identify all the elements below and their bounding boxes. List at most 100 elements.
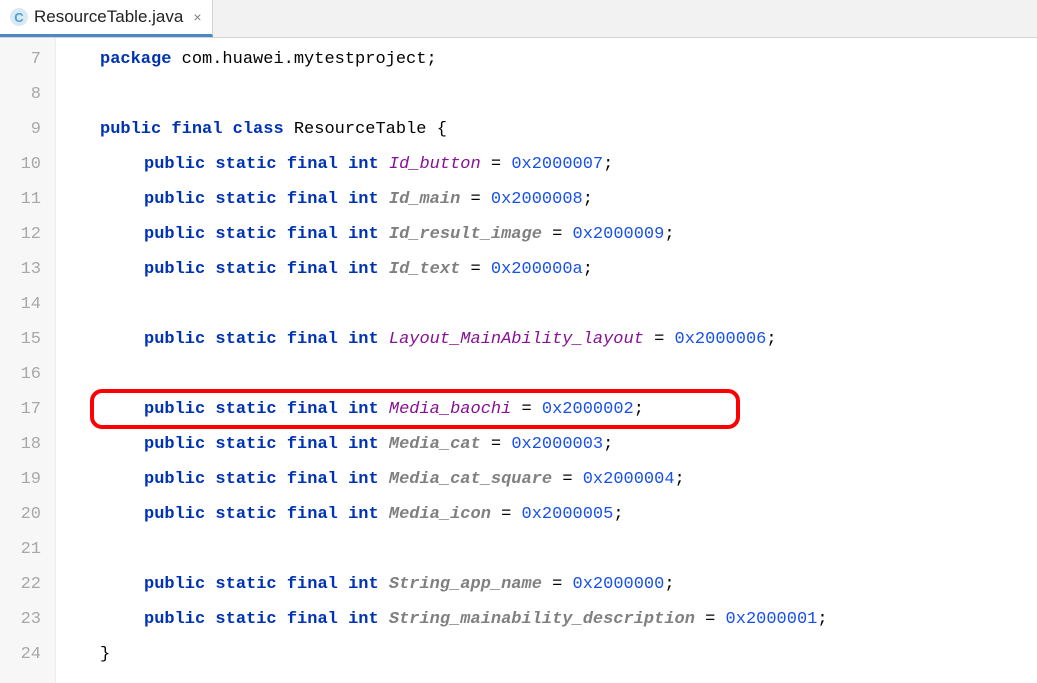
code-line[interactable]: public static final int Id_result_image … [100, 217, 1037, 252]
line-number: 8 [0, 77, 55, 112]
token-num: 0x2000007 [511, 155, 603, 174]
code-line[interactable] [100, 532, 1037, 567]
token-kw: class [233, 120, 284, 139]
token-op: = [491, 435, 501, 454]
code-line[interactable] [100, 287, 1037, 322]
token-op: = [552, 575, 562, 594]
token-num: 0x2000000 [573, 575, 665, 594]
token-num: 0x2000009 [573, 225, 665, 244]
code-line[interactable]: public static final int String_mainabili… [100, 602, 1037, 637]
token-num: 0x2000005 [522, 505, 614, 524]
code-line[interactable]: package com.huawei.mytestproject; [100, 42, 1037, 77]
token-semi: ; [675, 470, 685, 489]
token-brace: { [437, 120, 447, 139]
token-num: 0x2000008 [491, 190, 583, 209]
line-number: 14 [0, 287, 55, 322]
token-kw: public [144, 225, 205, 244]
line-number: 22 [0, 567, 55, 602]
token-kw: public [144, 260, 205, 279]
token-fld-gray: Id_text [389, 260, 460, 279]
code-line[interactable]: public static final int Media_cat = 0x20… [100, 427, 1037, 462]
token-fld-gray: Id_result_image [389, 225, 542, 244]
token-op: = [562, 470, 572, 489]
token-fld-gray: Media_cat [389, 435, 481, 454]
token-op: = [552, 225, 562, 244]
token-kw: static [215, 225, 276, 244]
token-op: = [471, 190, 481, 209]
line-number: 12 [0, 217, 55, 252]
token-kw: final [287, 610, 338, 629]
token-type: int [348, 330, 379, 349]
token-type: int [348, 575, 379, 594]
token-kw: public [144, 575, 205, 594]
code-line[interactable]: public static final int Layout_MainAbili… [100, 322, 1037, 357]
code-line[interactable] [100, 357, 1037, 392]
token-type: int [348, 155, 379, 174]
token-kw: static [215, 330, 276, 349]
token-kw: static [215, 400, 276, 419]
token-kw: public [144, 330, 205, 349]
token-kw: final [287, 155, 338, 174]
token-kw: final [287, 505, 338, 524]
token-type: int [348, 435, 379, 454]
token-kw: static [215, 575, 276, 594]
token-kw: final [287, 575, 338, 594]
token-type: int [348, 190, 379, 209]
token-kw: final [287, 330, 338, 349]
token-num: 0x2000002 [542, 400, 634, 419]
tab-bar: C ResourceTable.java × [0, 0, 1037, 38]
close-icon[interactable]: × [193, 9, 201, 25]
token-semi: ; [603, 155, 613, 174]
token-kw: static [215, 435, 276, 454]
code-line[interactable]: public static final int Media_icon = 0x2… [100, 497, 1037, 532]
line-number: 13 [0, 252, 55, 287]
line-number: 18 [0, 427, 55, 462]
code-line[interactable]: public static final int Id_button = 0x20… [100, 147, 1037, 182]
line-number: 17 [0, 392, 55, 427]
code-line[interactable]: public static final int Media_baochi = 0… [100, 392, 1037, 427]
code-line[interactable]: public static final int Id_text = 0x2000… [100, 252, 1037, 287]
token-fld: Media_baochi [389, 400, 511, 419]
token-kw: package [100, 50, 171, 69]
line-number: 10 [0, 147, 55, 182]
code-area[interactable]: package com.huawei.mytestproject;public … [56, 38, 1037, 683]
code-line[interactable]: public final class ResourceTable { [100, 112, 1037, 147]
token-semi: ; [613, 505, 623, 524]
token-fld: Id_button [389, 155, 481, 174]
token-fld-gray: String_app_name [389, 575, 542, 594]
code-line[interactable]: } [100, 637, 1037, 672]
token-fld-gray: String_mainability_description [389, 610, 695, 629]
token-type: int [348, 260, 379, 279]
token-semi: ; [634, 400, 644, 419]
token-type: int [348, 505, 379, 524]
line-number: 24 [0, 637, 55, 672]
token-kw: static [215, 505, 276, 524]
token-kw: public [144, 610, 205, 629]
token-brace: } [100, 645, 110, 664]
code-editor[interactable]: 789101112131415161718192021222324 packag… [0, 38, 1037, 683]
code-line[interactable]: public static final int Media_cat_square… [100, 462, 1037, 497]
token-type: int [348, 400, 379, 419]
code-line[interactable]: public static final int Id_main = 0x2000… [100, 182, 1037, 217]
token-num: 0x2000001 [726, 610, 818, 629]
token-semi: ; [583, 190, 593, 209]
tab-resourcetable[interactable]: C ResourceTable.java × [0, 0, 213, 37]
code-line[interactable]: public static final int String_app_name … [100, 567, 1037, 602]
token-kw: static [215, 470, 276, 489]
token-type: int [348, 610, 379, 629]
tab-label: ResourceTable.java [34, 7, 183, 27]
token-num: 0x200000a [491, 260, 583, 279]
token-pkg: com.huawei.mytestproject [182, 50, 427, 69]
line-number: 9 [0, 112, 55, 147]
code-line[interactable] [100, 77, 1037, 112]
token-cls: ResourceTable [294, 120, 427, 139]
token-semi: ; [603, 435, 613, 454]
token-kw: final [287, 190, 338, 209]
token-kw: final [287, 470, 338, 489]
token-kw: public [144, 155, 205, 174]
line-number: 11 [0, 182, 55, 217]
line-number: 7 [0, 42, 55, 77]
token-kw: final [287, 400, 338, 419]
token-kw: public [144, 400, 205, 419]
token-kw: static [215, 610, 276, 629]
